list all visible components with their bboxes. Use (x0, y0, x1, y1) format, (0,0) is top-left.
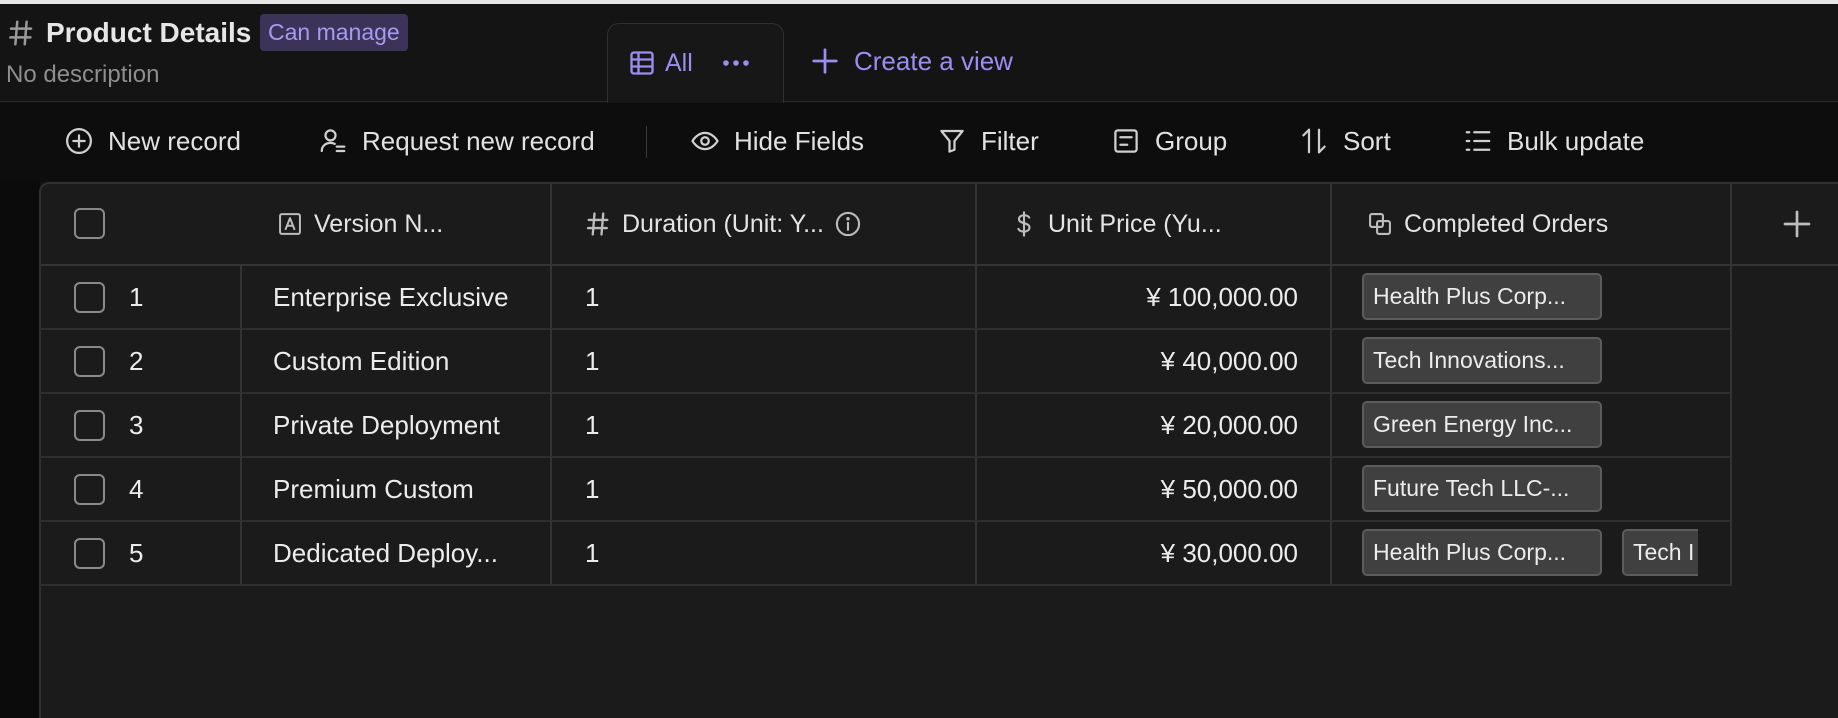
row-checkbox[interactable] (74, 538, 105, 569)
page-title: Product Details (46, 17, 252, 48)
row-number: 1 (129, 281, 144, 312)
table-row[interactable]: 3 Private Deployment 1 ¥ 20,000.00 Green… (41, 394, 1731, 458)
duration-cell[interactable]: 1 (585, 394, 599, 456)
hide-fields-label: Hide Fields (734, 125, 865, 156)
row-checkbox[interactable] (74, 474, 105, 505)
table-row[interactable]: 4 Premium Custom 1 ¥ 50,000.00 Future Te… (41, 458, 1731, 522)
version-cell[interactable]: Private Deployment (273, 394, 500, 456)
version-cell[interactable]: Dedicated Deploy... (273, 522, 498, 584)
version-cell[interactable]: Premium Custom (273, 458, 474, 520)
column-header-unit-price[interactable]: Unit Price (Yu... (1010, 184, 1222, 264)
group-label: Group (1155, 125, 1228, 156)
column-divider (550, 184, 552, 264)
filter-icon (940, 129, 964, 153)
filter-button[interactable]: Filter (937, 123, 1039, 159)
table-header-bar: Product Details Can manage No descriptio… (0, 4, 1838, 103)
create-view-button[interactable]: Create a view (810, 44, 1013, 78)
add-column-icon[interactable] (1779, 206, 1815, 242)
plus-icon (812, 48, 838, 74)
new-record-label: New record (108, 125, 241, 156)
column-divider (1730, 184, 1732, 264)
row-number: 5 (129, 537, 144, 568)
row-checkbox[interactable] (74, 410, 105, 441)
request-new-record-label: Request new record (362, 125, 595, 156)
duration-cell[interactable]: 1 (585, 266, 599, 328)
version-cell[interactable]: Custom Edition (273, 330, 449, 392)
select-all-checkbox[interactable] (74, 208, 105, 239)
hash-icon (9, 20, 33, 46)
column-header-version[interactable]: Version N... (276, 184, 443, 264)
column-divider (1330, 184, 1332, 264)
number-field-icon (586, 212, 609, 236)
sort-icon (1302, 128, 1326, 154)
info-icon[interactable] (834, 210, 862, 238)
new-record-button[interactable]: New record (64, 123, 241, 159)
table-row[interactable]: 1 Enterprise Exclusive 1 ¥ 100,000.00 He… (41, 266, 1731, 330)
linked-order-tag[interactable]: Future Tech LLC-... (1362, 465, 1602, 512)
table-row[interactable]: 5 Dedicated Deploy... 1 ¥ 30,000.00 Heal… (41, 522, 1731, 586)
linked-record-icon (1369, 213, 1391, 235)
row-number: 3 (129, 409, 144, 440)
column-header-label: Version N... (314, 209, 444, 238)
unit-price-cell[interactable]: ¥ 100,000.00 (981, 266, 1298, 328)
unit-price-cell[interactable]: ¥ 40,000.00 (981, 330, 1298, 392)
more-options-icon[interactable] (718, 49, 754, 77)
bulk-update-button[interactable]: Bulk update (1463, 123, 1644, 159)
linked-order-tag[interactable]: Tech Innovations... (1362, 337, 1602, 384)
group-button[interactable]: Group (1111, 123, 1227, 159)
linked-order-tag[interactable]: Tech I (1622, 529, 1698, 576)
version-cell[interactable]: Enterprise Exclusive (273, 266, 509, 328)
column-header-label: Unit Price (Yu... (1048, 209, 1222, 238)
row-checkbox[interactable] (74, 282, 105, 313)
text-field-icon (279, 213, 301, 235)
table-row[interactable]: 2 Custom Edition 1 ¥ 40,000.00 Tech Inno… (41, 330, 1731, 394)
column-header-label: Duration (Unit: Y... (622, 209, 824, 238)
grid-header-row: Version N... Duration (Unit: Y... Unit P… (41, 184, 1838, 266)
table-description[interactable]: No description (6, 60, 159, 90)
sort-button[interactable]: Sort (1299, 123, 1391, 159)
eye-icon (691, 131, 719, 151)
currency-field-icon (1017, 211, 1031, 237)
group-icon (1114, 129, 1138, 153)
row-number: 2 (129, 345, 144, 376)
duration-cell[interactable]: 1 (585, 458, 599, 520)
plus-circle-icon (66, 128, 92, 154)
duration-cell[interactable]: 1 (585, 522, 599, 584)
unit-price-cell[interactable]: ¥ 50,000.00 (981, 458, 1298, 520)
left-gutter (0, 181, 40, 718)
column-header-duration[interactable]: Duration (Unit: Y... (584, 184, 862, 264)
bulk-update-label: Bulk update (1507, 125, 1645, 156)
linked-order-tag[interactable]: Health Plus Corp... (1362, 273, 1602, 320)
filter-label: Filter (981, 125, 1039, 156)
create-view-label: Create a view (854, 45, 1013, 76)
column-header-label: Completed Orders (1404, 209, 1609, 238)
row-checkbox[interactable] (74, 346, 105, 377)
linked-order-tag[interactable]: Health Plus Corp... (1362, 529, 1602, 576)
unit-price-cell[interactable]: ¥ 20,000.00 (981, 394, 1298, 456)
sort-label: Sort (1343, 125, 1391, 156)
grid-view-icon (630, 51, 654, 75)
request-new-record-button[interactable]: Request new record (318, 123, 595, 159)
linked-order-tag[interactable]: Green Energy Inc... (1362, 401, 1602, 448)
duration-cell[interactable]: 1 (585, 330, 599, 392)
view-tab-label: All (665, 49, 693, 77)
toolbar: New record Request new record Hide Field… (0, 103, 1838, 181)
user-request-icon (320, 129, 346, 153)
view-tab-all[interactable]: All (607, 23, 784, 103)
unit-price-cell[interactable]: ¥ 30,000.00 (981, 522, 1298, 584)
row-number: 4 (129, 473, 144, 504)
hide-fields-button[interactable]: Hide Fields (690, 123, 864, 159)
app-page: Product Details Can manage No descriptio… (0, 0, 1838, 718)
column-divider (975, 184, 977, 264)
checklist-icon (1465, 131, 1491, 151)
records-grid: Version N... Duration (Unit: Y... Unit P… (39, 182, 1838, 718)
column-header-completed-orders[interactable]: Completed Orders (1366, 184, 1608, 264)
permission-badge[interactable]: Can manage (260, 14, 408, 51)
toolbar-divider (646, 126, 647, 158)
